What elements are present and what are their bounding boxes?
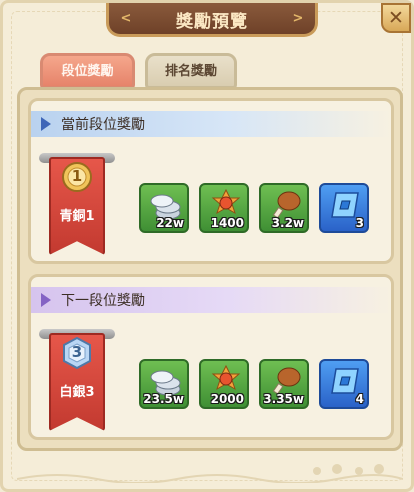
rank-name: 青銅1 xyxy=(59,209,95,224)
section-header: 下一段位獎勵 xyxy=(31,287,391,313)
silver-medal-icon: 3 xyxy=(61,336,93,370)
reward-quantity: 3.2w xyxy=(271,216,304,230)
rank-name: 白銀3 xyxy=(59,385,95,400)
close-button[interactable]: ✕ xyxy=(381,3,411,33)
title-ornament-right-icon: > xyxy=(292,11,304,26)
reward-quantity: 2000 xyxy=(210,392,244,406)
tab-rank-rewards[interactable]: 段位獎勵 xyxy=(40,53,135,89)
current-rank-section: 當前段位獎勵 1 青銅1 22w 1400 3.2w 3 xyxy=(28,98,394,264)
rank-banner: 1 青銅1 xyxy=(39,151,115,261)
section-header: 當前段位獎勵 xyxy=(31,111,391,137)
rank-number: 3 xyxy=(71,343,83,361)
reward-item[interactable]: 22w xyxy=(139,183,189,233)
bronze-medal-icon: 1 xyxy=(61,161,93,193)
rewards-content: 當前段位獎勵 1 青銅1 22w 1400 3.2w 3 下一段位獎勵 3 白銀… xyxy=(17,87,403,451)
rank-banner: 3 白銀3 xyxy=(39,327,115,437)
reward-item[interactable]: 1400 xyxy=(199,183,249,233)
reward-preview-panel: < 獎勵預覽 > ✕ 段位獎勵 排名獎勵 當前段位獎勵 1 青銅1 22w 14… xyxy=(0,0,414,492)
section-title: 當前段位獎勵 xyxy=(61,117,145,133)
play-arrow-icon xyxy=(41,293,51,307)
reward-item[interactable]: 3.35w xyxy=(259,359,309,409)
reward-item[interactable]: 23.5w xyxy=(139,359,189,409)
reward-quantity: 3.35w xyxy=(263,392,304,406)
tab-leaderboard-rewards[interactable]: 排名獎勵 xyxy=(145,53,237,89)
reward-quantity: 22w xyxy=(156,216,184,230)
close-icon: ✕ xyxy=(388,7,404,29)
rank-number: 1 xyxy=(71,167,83,185)
reward-quantity: 1400 xyxy=(210,216,244,230)
footer-silhouette-decoration xyxy=(17,464,403,483)
next-rank-section: 下一段位獎勵 3 白銀3 23.5w 2000 3.35w 4 xyxy=(28,274,394,440)
reward-quantity: 23.5w xyxy=(143,392,184,406)
reward-item[interactable]: 2000 xyxy=(199,359,249,409)
page-title: 獎勵預覽 xyxy=(176,12,248,32)
play-arrow-icon xyxy=(41,117,51,131)
section-title: 下一段位獎勵 xyxy=(61,293,145,309)
reward-item[interactable]: 4 xyxy=(319,359,369,409)
reward-item[interactable]: 3 xyxy=(319,183,369,233)
reward-item[interactable]: 3.2w xyxy=(259,183,309,233)
reward-quantity: 3 xyxy=(355,216,364,230)
reward-quantity: 4 xyxy=(355,392,364,406)
title-bar: < 獎勵預覽 > xyxy=(106,3,318,37)
